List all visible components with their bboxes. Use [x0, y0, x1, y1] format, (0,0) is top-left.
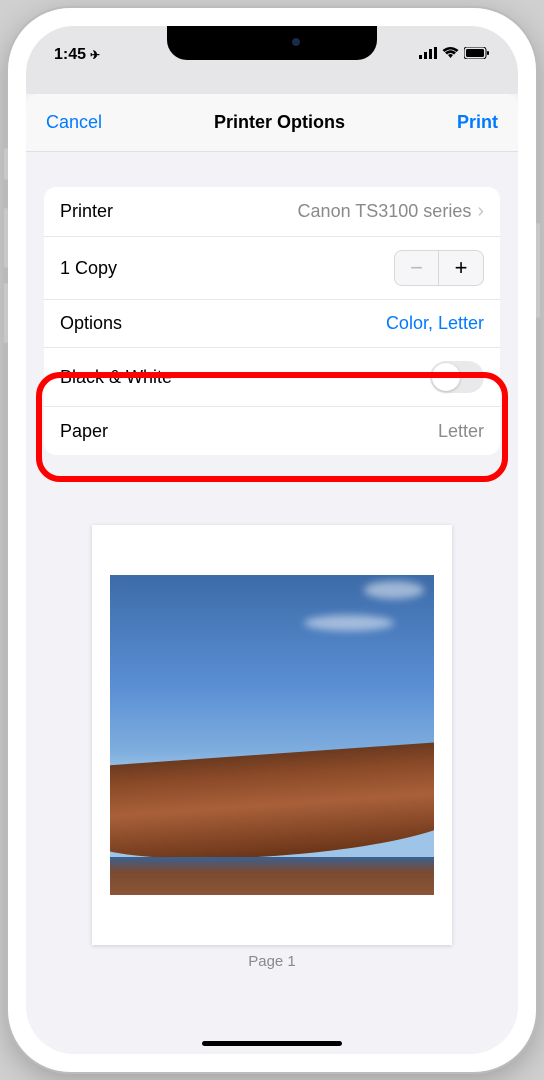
background-sheet [26, 74, 518, 94]
content-area: Printer Canon TS3100 series › 1 Copy − +… [26, 152, 518, 970]
options-value: Color, Letter [386, 313, 484, 334]
options-row[interactable]: Options Color, Letter [44, 300, 500, 348]
cellular-icon [419, 46, 437, 64]
device-notch [167, 26, 377, 60]
printer-label: Printer [60, 201, 113, 222]
home-indicator[interactable] [202, 1041, 342, 1046]
chevron-right-icon: › [477, 200, 484, 223]
modal-header: Cancel Printer Options Print [26, 94, 518, 152]
bw-toggle[interactable] [430, 361, 484, 393]
copies-decrement-button[interactable]: − [395, 251, 439, 285]
options-label: Options [60, 313, 122, 334]
page-number-label: Page 1 [92, 953, 452, 970]
battery-icon [464, 46, 490, 64]
settings-card: Printer Canon TS3100 series › 1 Copy − +… [44, 187, 500, 455]
copies-label: 1 Copy [60, 258, 117, 279]
paper-value: Letter [438, 421, 484, 442]
status-time: 1:45 [54, 46, 86, 64]
preview-page [92, 525, 452, 945]
paper-label: Paper [60, 421, 108, 442]
copies-row: 1 Copy − + [44, 237, 500, 300]
black-white-row: Black & White [44, 348, 500, 407]
copies-increment-button[interactable]: + [439, 251, 483, 285]
print-preview[interactable]: Page 1 [92, 525, 452, 970]
print-button[interactable]: Print [457, 112, 498, 133]
page-title: Printer Options [214, 112, 345, 133]
paper-row[interactable]: Paper Letter [44, 407, 500, 455]
printer-value: Canon TS3100 series › [298, 200, 484, 223]
preview-image [110, 575, 434, 895]
location-icon: ✈︎ [90, 48, 100, 62]
bw-label: Black & White [60, 367, 172, 388]
printer-row[interactable]: Printer Canon TS3100 series › [44, 187, 500, 237]
cancel-button[interactable]: Cancel [46, 112, 102, 133]
copies-stepper: − + [394, 250, 484, 286]
wifi-icon [442, 46, 459, 64]
